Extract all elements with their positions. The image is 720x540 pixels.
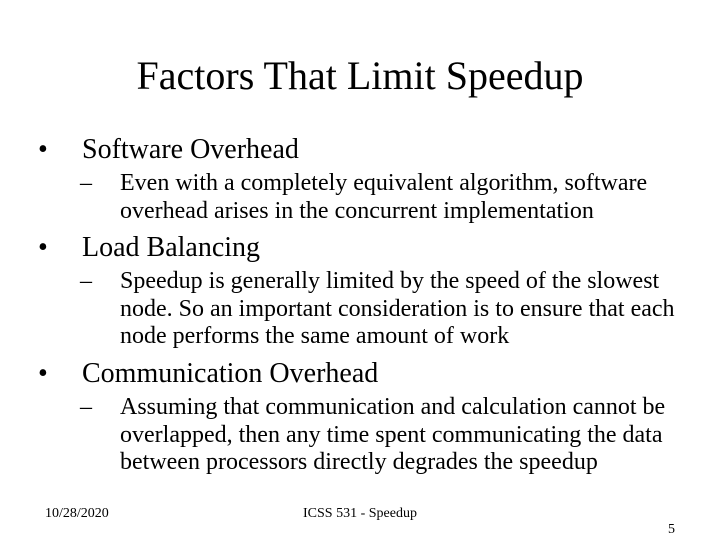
bullet-sub: Assuming that communication and calculat… [60,394,678,477]
footer-course: ICSS 531 - Speedup [45,506,675,522]
bullet-sub: Even with a completely equivalent algori… [60,170,678,225]
slide-title: Factors That Limit Speedup [0,0,720,129]
bullet-heading: Load Balancing [60,231,678,264]
bullet-sub: Speedup is generally limited by the spee… [60,268,678,351]
slide-footer: 10/28/2020 ICSS 531 - Speedup 5 [0,506,720,522]
footer-date: 10/28/2020 [45,506,109,522]
slide-content: Software Overhead Even with a completely… [0,133,720,477]
footer-page: 5 [668,522,675,538]
bullet-heading: Software Overhead [60,133,678,166]
slide: Factors That Limit Speedup Software Over… [0,0,720,540]
bullet-heading: Communication Overhead [60,357,678,390]
